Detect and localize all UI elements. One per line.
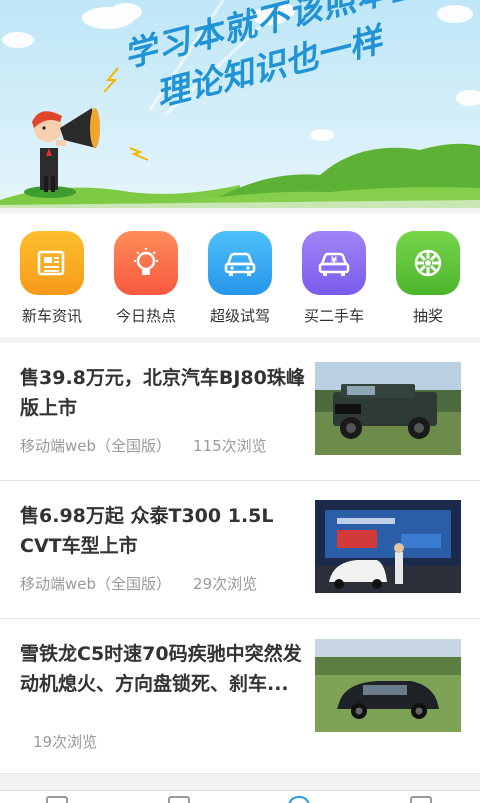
- category-used-car[interactable]: ¥ 买二手车: [302, 231, 366, 337]
- category-label: 超级试驾: [209, 307, 270, 325]
- news-thumbnail: [315, 500, 461, 593]
- news-views: 29次浏览: [193, 575, 258, 593]
- news-item[interactable]: 雪铁龙C5时速70码疾驰中突然发动机熄火、方向盘锁死、刹车... 19次浏览: [0, 619, 480, 774]
- news-item[interactable]: 售39.8万元，北京汽车BJ80珠峰版上市 移动端web（全国版） 115次浏览: [0, 343, 480, 481]
- promo-banner[interactable]: 学习本就不该照本宣科 理论知识也一样: [0, 0, 480, 208]
- news-meta: 移动端web（全国版） 115次浏览: [20, 435, 267, 456]
- category-new-car-news[interactable]: 新车资讯: [20, 231, 84, 337]
- category-label: 今日热点: [115, 307, 176, 325]
- bottom-tab-bar: [0, 790, 480, 803]
- tab-profile-icon[interactable]: [410, 796, 432, 803]
- news-thumbnail: [315, 639, 461, 732]
- tab-category-icon[interactable]: [168, 796, 190, 803]
- news-title: 售6.98万起 众泰T300 1.5L CVT车型上市: [20, 505, 274, 557]
- news-source: 移动端web（全国版）: [20, 575, 172, 593]
- car-icon: [208, 231, 272, 295]
- yuan-car-icon: ¥: [302, 231, 366, 295]
- category-label: 抽奖: [412, 307, 443, 325]
- news-meta: 移动端web（全国版） 29次浏览: [20, 573, 257, 594]
- category-grid: 新车资讯 今日热点 超级试驾 ¥ 买二手车 抽奖: [0, 213, 480, 337]
- news-views: 115次浏览: [193, 437, 267, 455]
- category-super-test-drive[interactable]: 超级试驾: [208, 231, 272, 337]
- news-views: 19次浏览: [33, 733, 98, 751]
- category-label: 买二手车: [303, 307, 364, 325]
- tab-discover-icon[interactable]: [288, 796, 310, 803]
- news-title: 售39.8万元，北京汽车BJ80珠峰版上市: [20, 367, 305, 419]
- wheel-icon: [396, 231, 460, 295]
- news-title: 雪铁龙C5时速70码疾驰中突然发动机熄火、方向盘锁死、刹车...: [20, 643, 302, 695]
- category-today-hot[interactable]: 今日热点: [114, 231, 178, 337]
- svg-text:¥: ¥: [331, 256, 338, 266]
- newspaper-icon: [20, 231, 84, 295]
- news-meta: 19次浏览: [33, 731, 97, 752]
- news-list: 售39.8万元，北京汽车BJ80珠峰版上市 移动端web（全国版） 115次浏览 …: [0, 343, 480, 774]
- category-lottery[interactable]: 抽奖: [396, 231, 460, 337]
- news-source: 移动端web（全国版）: [20, 437, 172, 455]
- news-item[interactable]: 售6.98万起 众泰T300 1.5L CVT车型上市 移动端web（全国版） 2…: [0, 481, 480, 619]
- category-label: 新车资讯: [21, 307, 82, 325]
- lightbulb-icon: [114, 231, 178, 295]
- tab-home-icon[interactable]: [46, 796, 68, 803]
- news-thumbnail: [315, 362, 461, 455]
